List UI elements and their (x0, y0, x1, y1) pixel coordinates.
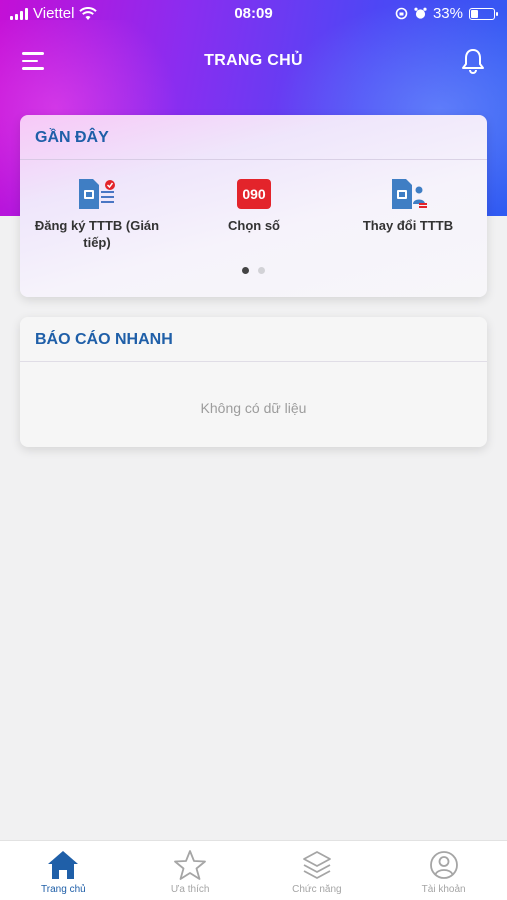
battery-percent: 33% (432, 5, 463, 22)
account-icon (429, 851, 458, 879)
bottom-tab-bar: Trang chủ Ưa thích Chức năng Tài khoản (0, 840, 507, 900)
tab-home[interactable]: Trang chủ (0, 841, 127, 900)
battery-icon (469, 7, 498, 20)
shortcut-sim-register[interactable]: Đăng ký TTTB (Gián tiếp) (22, 177, 172, 251)
tab-label: Tài khoản (421, 884, 466, 895)
tab-account[interactable]: Tài khoản (380, 841, 507, 900)
alarm-icon (414, 7, 427, 19)
tab-functions[interactable]: Chức năng (254, 841, 381, 900)
card-divider (20, 159, 487, 160)
shortcut-label: Đăng ký TTTB (Gián tiếp) (34, 218, 160, 250)
shortcut-label: Chọn số (228, 218, 280, 233)
recent-card: GẦN ĐÂY Đăng ký TTTB (Gián tiếp) 090 Chọ… (20, 115, 487, 297)
tab-label: Chức năng (292, 884, 342, 895)
report-title: BÁO CÁO NHANH (35, 331, 173, 348)
number-badge: 090 (242, 186, 266, 202)
tab-label: Trang chủ (41, 884, 86, 895)
notification-button[interactable] (459, 46, 487, 76)
shortcut-sim-change[interactable]: Thay đổi TTTB (333, 177, 483, 234)
sim-change-icon (388, 177, 428, 211)
star-icon (174, 850, 207, 880)
report-card: BÁO CÁO NHANH Không có dữ liệu (20, 317, 487, 447)
bell-icon (462, 49, 484, 74)
recent-title: GẦN ĐÂY (35, 129, 109, 146)
home-icon (48, 851, 79, 879)
tab-favorites[interactable]: Ưa thích (127, 841, 254, 900)
page-dot[interactable] (258, 267, 265, 274)
page-indicator[interactable] (20, 267, 487, 274)
layers-icon (302, 851, 331, 879)
shortcut-label: Thay đổi TTTB (362, 218, 454, 233)
tab-label: Ưa thích (170, 884, 210, 895)
empty-state-text: Không có dữ liệu (200, 400, 307, 416)
app-header: TRANG CHỦ (0, 40, 507, 84)
sim-register-icon (77, 177, 117, 211)
status-bar: Viettel 08:09 33% (0, 0, 507, 28)
shortcut-number-select[interactable]: 090 Chọn số (179, 177, 329, 234)
card-divider (20, 361, 487, 362)
report-header: BÁO CÁO NHANH (20, 317, 487, 361)
rotation-lock-icon (395, 7, 408, 20)
number-select-icon: 090 (234, 177, 274, 211)
page-title: TRANG CHỦ (204, 52, 303, 69)
page-dot[interactable] (242, 267, 249, 274)
